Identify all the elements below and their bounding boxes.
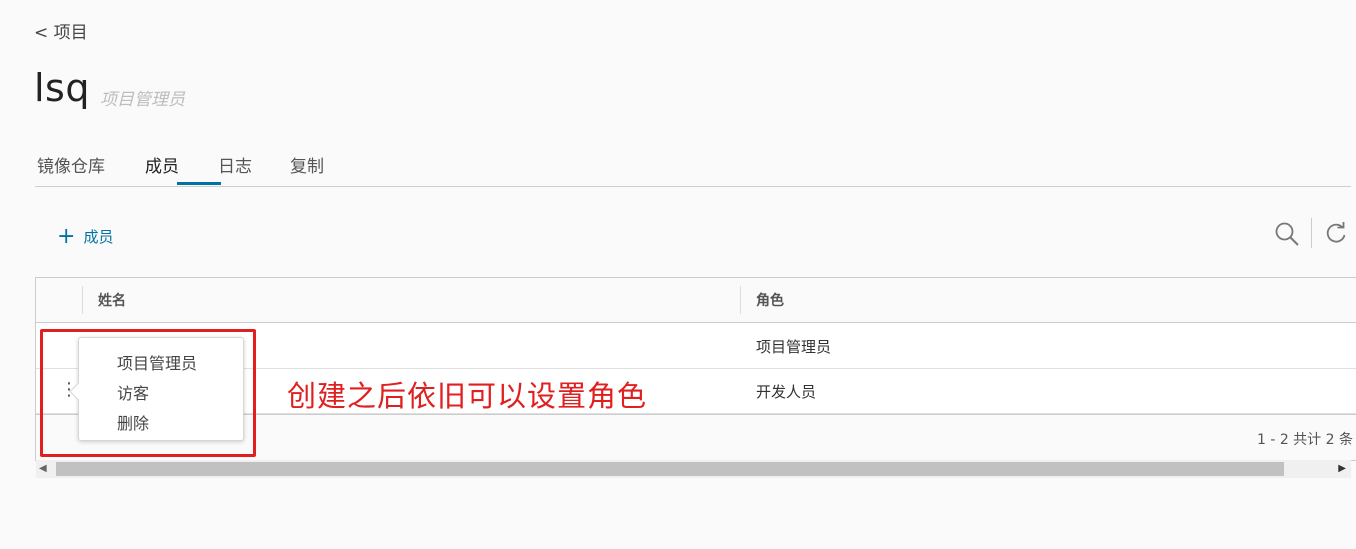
search-icon[interactable] [1274,221,1300,247]
back-to-projects-link[interactable]: < 项目 [34,18,88,43]
tab-members[interactable]: 成员 [145,152,179,177]
annotation-highlight-box [40,329,256,457]
toolbar-divider [1311,218,1312,248]
plus-icon: + [57,223,76,249]
refresh-icon[interactable] [1324,221,1348,245]
column-separator [740,286,741,314]
tab-replication[interactable]: 复制 [290,152,324,177]
active-tab-indicator [177,182,221,185]
tab-repositories[interactable]: 镜像仓库 [37,152,105,177]
horizontal-scrollbar[interactable]: ◀ ▶ [36,460,1351,478]
add-member-label: 成员 [83,228,114,246]
member-role-cell: 开发人员 [756,383,817,401]
project-role-label: 项目管理员 [100,90,185,110]
tab-logs[interactable]: 日志 [218,152,252,177]
scroll-left-arrow-icon[interactable]: ◀ [39,463,47,474]
column-separator [82,286,83,314]
scroll-right-arrow-icon[interactable]: ▶ [1338,463,1346,474]
annotation-text: 创建之后依旧可以设置角色 [287,379,648,413]
column-header-name[interactable]: 姓名 [98,290,126,310]
add-member-button[interactable]: + 成员 [57,223,114,249]
page-title: lsq [34,66,90,110]
column-header-role[interactable]: 角色 [756,290,784,310]
datagrid-header: 姓名 角色 [36,278,1356,323]
scrollbar-thumb[interactable] [56,462,1284,476]
pagination-summary: 1 - 2 共计 2 条 [1256,432,1353,448]
tab-bar: 镜像仓库 成员 日志 复制 [35,146,1351,187]
member-role-cell: 项目管理员 [756,338,832,356]
